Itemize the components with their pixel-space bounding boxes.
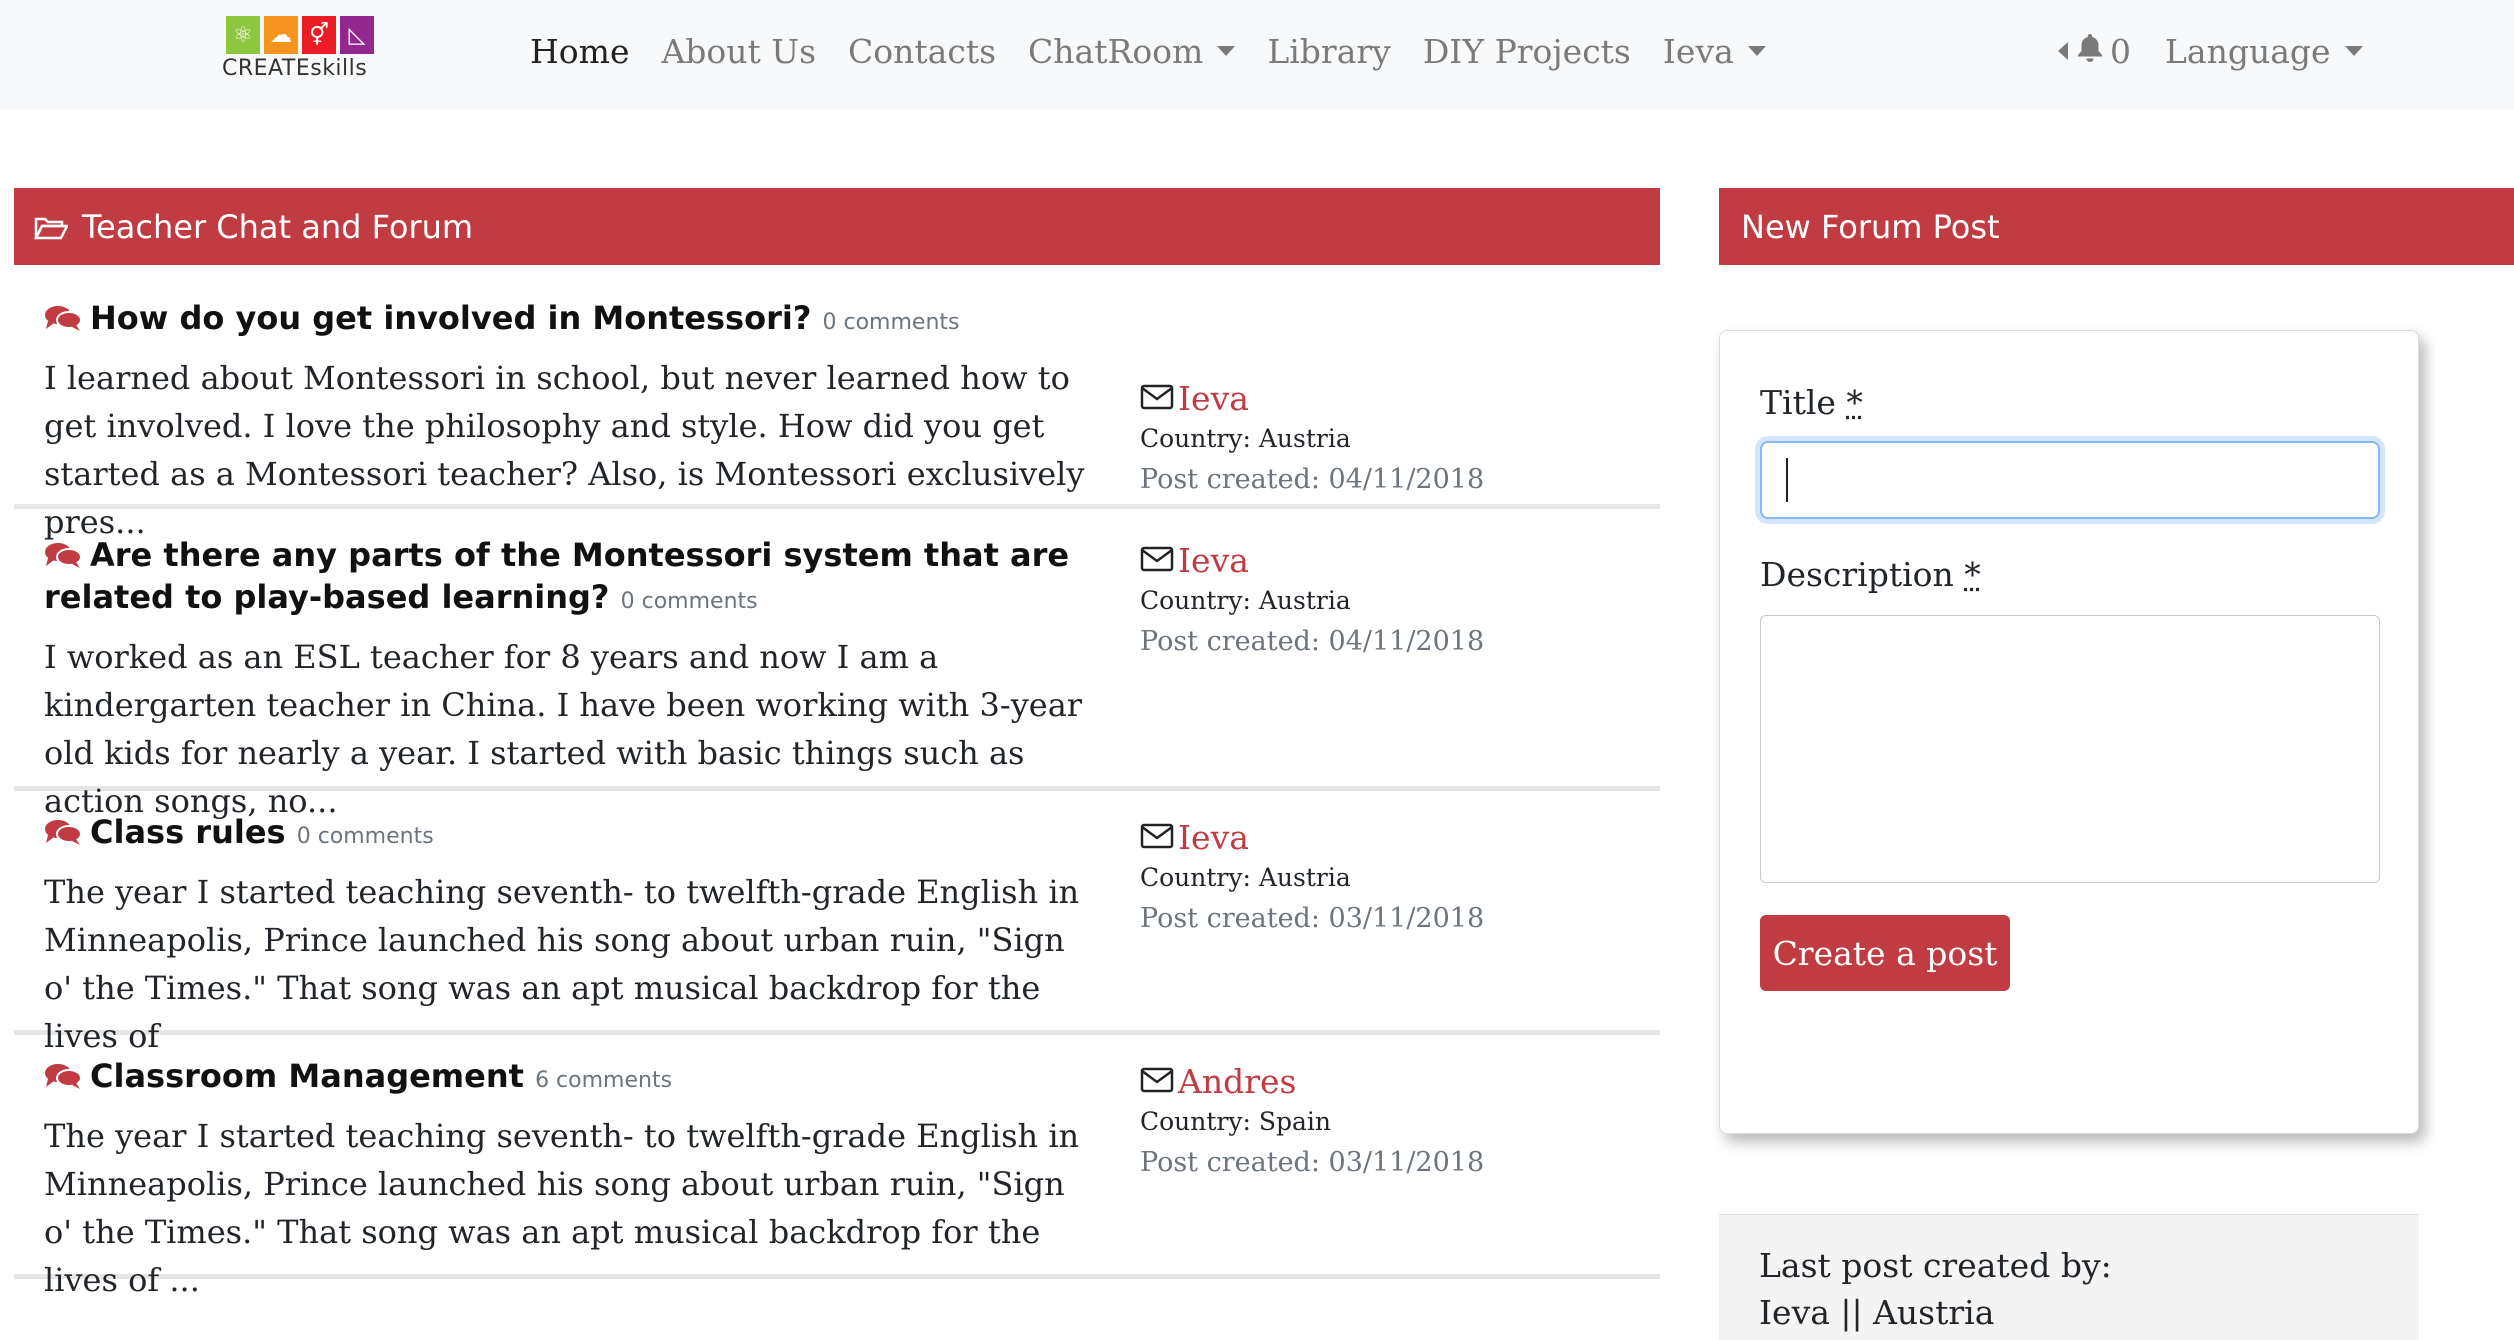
post-author: Ieva <box>1140 816 1640 860</box>
comment-count: 6 comments <box>535 1068 673 1093</box>
nav-chatroom-dropdown[interactable]: ChatRoom <box>1028 31 1236 71</box>
forum-post: Classroom Management 6 comments The year… <box>14 1035 1660 1299</box>
post-author: Andres <box>1140 1060 1640 1104</box>
title-label: Title * <box>1760 383 1863 422</box>
post-country: Country: Austria <box>1140 863 1351 892</box>
comment-count: 0 comments <box>822 310 960 335</box>
author-link[interactable]: Ieva <box>1178 539 1249 583</box>
post-title-link[interactable]: How do you get involved in Montessori? <box>90 299 811 337</box>
text-cursor <box>1786 458 1788 502</box>
envelope-icon <box>1140 377 1174 421</box>
author-link[interactable]: Ieva <box>1178 377 1249 421</box>
nav-contacts[interactable]: Contacts <box>848 32 996 71</box>
create-post-button[interactable]: Create a post <box>1760 915 2010 991</box>
nav-library-label: Library <box>1267 31 1391 71</box>
post-title-link[interactable]: Classroom Management <box>90 1057 524 1095</box>
nav-home-label: Home <box>530 31 630 71</box>
title-label-text: Title <box>1760 383 1836 422</box>
new-post-form: Title * Description * Create a post <box>1719 330 2419 1134</box>
folder-open-icon <box>34 215 68 239</box>
comments-icon <box>44 539 82 578</box>
forum-header: Teacher Chat and Forum <box>14 188 1660 265</box>
required-mark: * <box>1846 383 1863 422</box>
nav-right: 0 Language <box>2058 26 2395 76</box>
notification-count: 0 <box>2110 31 2131 71</box>
comment-count: 0 comments <box>620 589 758 614</box>
post-created-date: Post created: 03/11/2018 <box>1140 1147 1485 1178</box>
last-post-label: Last post created by: <box>1759 1246 2112 1285</box>
navbar: ⚛ ☁ ⚥ ◺ CREATEskills Home About Us Conta… <box>0 0 2514 110</box>
atom-icon: ⚛ <box>226 16 260 54</box>
chevron-down-icon <box>1747 46 1766 56</box>
required-mark: * <box>1964 555 1981 594</box>
nav-about-us[interactable]: About Us <box>661 32 816 71</box>
nav-library[interactable]: Library <box>1267 32 1390 71</box>
nav-home[interactable]: Home <box>530 32 629 71</box>
post-country: Country: Austria <box>1140 586 1351 615</box>
forum-title: Teacher Chat and Forum <box>82 207 474 246</box>
post-country: Country: Spain <box>1140 1107 1332 1136</box>
post-description: The year I started teaching seventh- to … <box>44 1117 1080 1299</box>
language-dropdown[interactable]: Language <box>2165 32 2363 71</box>
nav-contacts-label: Contacts <box>848 31 997 71</box>
nav-diy-projects[interactable]: DIY Projects <box>1423 32 1631 71</box>
notifications-button[interactable]: 0 <box>2058 32 2165 71</box>
new-post-header: New Forum Post <box>1719 188 2514 265</box>
comments-icon <box>44 1060 82 1099</box>
nav-user-dropdown[interactable]: Ieva <box>1663 32 1766 71</box>
post-author: Ieva <box>1140 377 1640 421</box>
description-label: Description * <box>1760 555 1981 594</box>
chevron-down-icon <box>1217 46 1236 56</box>
new-post-title: New Forum Post <box>1741 207 2000 246</box>
envelope-icon <box>1140 816 1174 860</box>
author-link[interactable]: Ieva <box>1178 816 1249 860</box>
comments-icon <box>44 816 82 855</box>
post-created-date: Post created: 04/11/2018 <box>1140 464 1485 495</box>
chevron-down-icon <box>2344 46 2363 56</box>
nav-about-us-label: About Us <box>661 31 817 71</box>
cloud-icon: ☁ <box>264 16 298 54</box>
post-country: Country: Austria <box>1140 424 1351 453</box>
forum-post: How do you get involved in Montessori? 0… <box>14 265 1660 541</box>
nav-user-label: Ieva <box>1662 31 1734 71</box>
forum-panel: Teacher Chat and Forum How do you get in… <box>14 188 1660 1299</box>
gender-icon: ⚥ <box>302 16 336 54</box>
author-link[interactable]: Andres <box>1178 1060 1296 1104</box>
forum-post: Class rules 0 comments The year I starte… <box>14 791 1660 1055</box>
logo-tiles: ⚛ ☁ ⚥ ◺ <box>226 16 398 54</box>
post-created-date: Post created: 03/11/2018 <box>1140 903 1485 934</box>
nav-chatroom-label: ChatRoom <box>1028 31 1204 71</box>
envelope-icon <box>1140 539 1174 583</box>
comment-count: 0 comments <box>296 824 434 849</box>
post-created-date: Post created: 04/11/2018 <box>1140 626 1485 657</box>
language-label: Language <box>2165 31 2331 71</box>
post-description: The year I started teaching seventh- to … <box>44 873 1080 1055</box>
ruler-icon: ◺ <box>340 16 374 54</box>
post-author: Ieva <box>1140 539 1640 583</box>
description-input[interactable] <box>1760 615 2380 883</box>
caret-left-icon <box>2058 42 2068 60</box>
title-input[interactable] <box>1760 441 2380 519</box>
last-post-value: Ieva || Austria <box>1759 1293 1995 1332</box>
brand-logo[interactable]: ⚛ ☁ ⚥ ◺ CREATEskills <box>222 16 398 86</box>
post-title-link[interactable]: Class rules <box>90 813 286 851</box>
bell-icon <box>2076 32 2104 70</box>
comments-icon <box>44 302 82 341</box>
post-title-link[interactable]: Are there any parts of the Montessori sy… <box>44 536 1069 616</box>
forum-post: Are there any parts of the Montessori sy… <box>14 509 1660 820</box>
envelope-icon <box>1140 1060 1174 1104</box>
description-label-text: Description <box>1760 555 1954 594</box>
main-nav: Home About Us Contacts ChatRoom Library … <box>530 26 1798 76</box>
nav-diy-projects-label: DIY Projects <box>1422 31 1631 71</box>
logo-text: CREATEskills <box>222 56 368 81</box>
last-post-box: Last post created by: Ieva || Austria <box>1719 1214 2419 1340</box>
